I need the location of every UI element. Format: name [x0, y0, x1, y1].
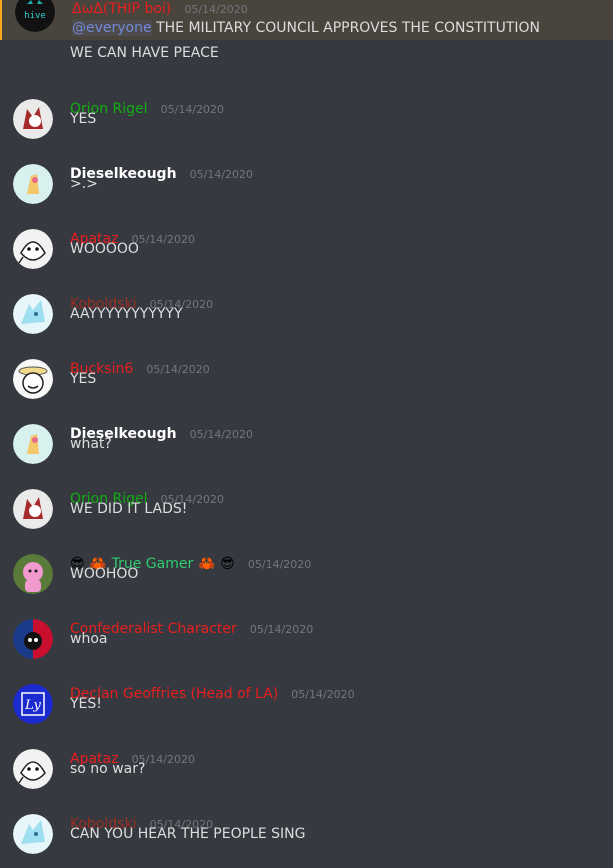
avatar[interactable]	[13, 814, 53, 854]
ghost-avatar-icon	[13, 749, 53, 789]
message: Koboldski 05/14/2020 AAYYYYYYYYYYY	[0, 283, 613, 348]
message-content: whoa	[70, 631, 108, 647]
message-author[interactable]: ΔωΔ(THIP boi)	[72, 1, 171, 17]
wolf-avatar-icon	[13, 489, 53, 529]
message-content: so no war?	[70, 761, 146, 777]
mention-everyone[interactable]: @everyone	[72, 20, 152, 36]
svg-text:Ly: Ly	[24, 698, 41, 713]
dragon-avatar-icon	[13, 814, 53, 854]
message-text: THE MILITARY COUNCIL APPROVES THE CONSTI…	[156, 20, 541, 36]
message: Dieselkeough 05/14/2020 >.>	[0, 153, 613, 218]
message-highlighted: hive ΔωΔ(THIP boi) 05/14/2020 @everyone …	[0, 0, 613, 40]
ly-avatar-icon: Ly	[13, 684, 53, 724]
message: Dieselkeough 05/14/2020 what?	[0, 413, 613, 478]
wolf-avatar-icon	[13, 99, 53, 139]
avatar[interactable]	[13, 749, 53, 789]
avatar[interactable]: Ly	[13, 684, 53, 724]
message-content: WOOHOO	[70, 566, 139, 582]
crab-sunglasses-icon: 🦀 😎	[198, 556, 235, 572]
message: Bucksin6 05/14/2020 YES	[0, 348, 613, 413]
message: Apataz 05/14/2020 so no war?	[0, 738, 613, 803]
chat-messages: hive ΔωΔ(THIP boi) 05/14/2020 @everyone …	[0, 0, 613, 863]
message-content: what?	[70, 436, 112, 452]
message: Koboldski 05/14/2020 CAN YOU HEAR THE PE…	[0, 803, 613, 868]
message: Orion Rigel 05/14/2020 WE DID IT LADS!	[0, 478, 613, 543]
message: Apataz 05/14/2020 WOOOOO	[0, 218, 613, 283]
message-timestamp: 05/14/2020	[189, 168, 254, 181]
message: Ly Declan Geoffries (Head of LA) 05/14/2…	[0, 673, 613, 738]
message-timestamp: 05/14/2020	[189, 428, 254, 441]
avatar[interactable]	[13, 164, 53, 204]
avatar[interactable]	[13, 554, 53, 594]
message-content: YES	[70, 111, 97, 127]
avatar[interactable]	[13, 359, 53, 399]
hat-avatar-icon	[13, 359, 53, 399]
dragon-avatar-icon	[13, 294, 53, 334]
hive-logo-icon: hive	[15, 0, 55, 32]
message-timestamp: 05/14/2020	[160, 103, 225, 116]
flag-ball-avatar-icon	[13, 619, 53, 659]
message-timestamp: 05/14/2020	[131, 233, 195, 246]
message-content: >.>	[70, 176, 98, 192]
svg-text:hive: hive	[24, 11, 46, 21]
message-content: YES	[70, 371, 97, 387]
ghost-avatar-icon	[13, 229, 53, 269]
avatar[interactable]	[13, 294, 53, 334]
message-timestamp: 05/14/2020	[247, 558, 312, 571]
avatar[interactable]	[13, 229, 53, 269]
message: Confederalist Character 05/14/2020 whoa	[0, 608, 613, 673]
message-timestamp: 05/14/2020	[146, 363, 210, 376]
message-timestamp: 05/14/2020	[249, 623, 314, 636]
avatar[interactable]	[13, 99, 53, 139]
message-content: AAYYYYYYYYYYY	[70, 306, 183, 322]
message-content: CAN YOU HEAR THE PEOPLE SING	[70, 826, 306, 842]
message-continuation: WE CAN HAVE PEACE	[70, 45, 219, 61]
avatar[interactable]	[13, 424, 53, 464]
message-timestamp: 05/14/2020	[291, 688, 355, 701]
avatar[interactable]	[13, 619, 53, 659]
message-content: @everyone THE MILITARY COUNCIL APPROVES …	[72, 20, 540, 36]
pony-avatar-icon	[13, 424, 53, 464]
message-timestamp: 05/14/2020	[184, 3, 248, 16]
pony-avatar-icon	[13, 164, 53, 204]
avatar[interactable]	[13, 489, 53, 529]
message-content: WOOOOO	[70, 241, 139, 257]
avatar[interactable]: hive	[15, 0, 55, 32]
pink-avatar-icon	[13, 554, 53, 594]
message: 😎 🦀 True Gamer 🦀 😎 05/14/2020 WOOHOO	[0, 543, 613, 608]
message: Orion Rigel 05/14/2020 YES	[0, 88, 613, 153]
message-content: YES!	[70, 696, 102, 712]
message-content: WE DID IT LADS!	[70, 501, 188, 517]
